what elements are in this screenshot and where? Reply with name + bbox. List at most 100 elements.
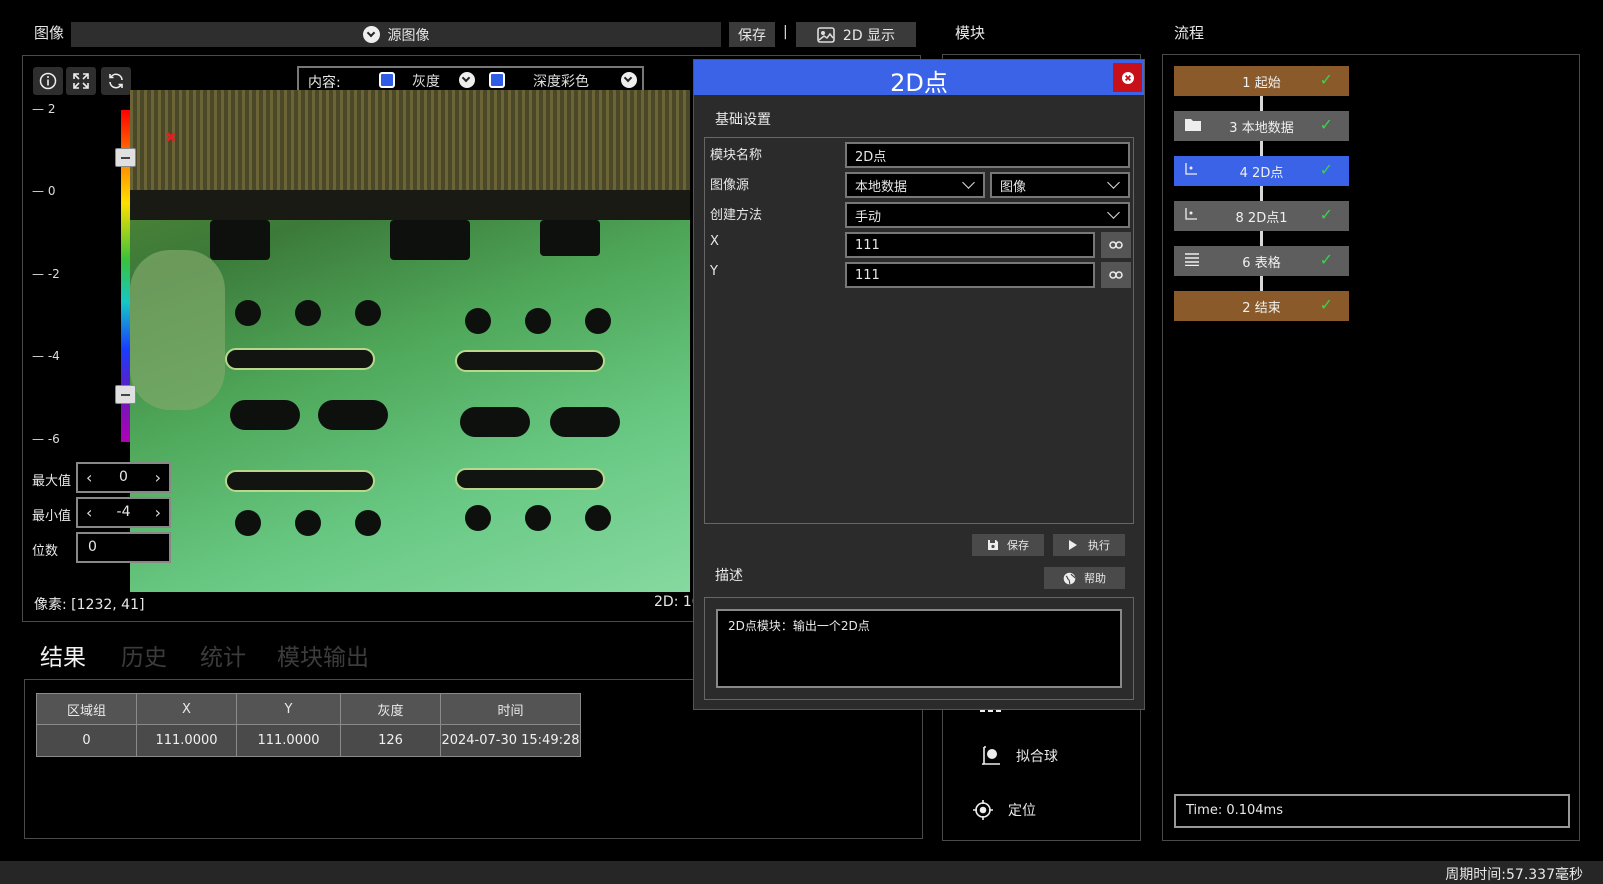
close-button[interactable] — [1113, 63, 1142, 92]
chevron-down-icon — [1107, 176, 1120, 189]
field-label: 图像源 — [710, 178, 750, 193]
status-bar: 周期时间:57.337毫秒 — [0, 861, 1603, 884]
image-panel-title: 图像 — [34, 24, 65, 42]
flow-node-label: 8 2D点1 — [1235, 210, 1288, 226]
modules-title: 模块 — [955, 24, 986, 42]
select-value: 手动 — [855, 209, 882, 225]
display-mode-button[interactable]: 2D 显示 — [796, 22, 916, 47]
image-source-select[interactable]: 本地数据 — [845, 172, 985, 198]
basic-settings-box: 模块名称 2D点 图像源 本地数据 图像 创建方法 手动 X 111 Y 111 — [704, 137, 1134, 524]
button-label: 执行 — [1088, 539, 1110, 552]
check-icon: ✓ — [1319, 295, 1333, 314]
scale-max-handle[interactable] — [115, 148, 136, 167]
tab-module-output[interactable]: 模块输出 — [277, 638, 369, 672]
increment-icon[interactable]: › — [155, 503, 161, 522]
module-item-label: 拟合球 — [1016, 749, 1058, 765]
link-y-button[interactable] — [1101, 262, 1131, 288]
field-label: 创建方法 — [710, 208, 763, 223]
depth-dropdown-icon[interactable] — [621, 72, 637, 88]
refresh-button[interactable] — [101, 67, 131, 95]
flow-node-local-data[interactable]: 3 本地数据 ✓ — [1174, 111, 1349, 141]
tab-results[interactable]: 结果 — [40, 638, 86, 672]
module-name-input[interactable]: 2D点 — [845, 142, 1130, 168]
module-item-locate[interactable]: 定位 — [972, 799, 1036, 821]
flow-node-end[interactable]: 2 结束 ✓ — [1174, 291, 1349, 321]
dialog-titlebar: 2D点 — [694, 60, 1144, 97]
flow-node-start[interactable]: 1 起始 ✓ — [1174, 66, 1349, 96]
table-cell: 2024-07-30 15:49:28 — [440, 724, 581, 757]
description-text: 2D点模块：输出一个2D点 — [716, 609, 1122, 688]
image-save-button[interactable]: 保存 — [729, 22, 775, 47]
column-header[interactable]: Y — [236, 693, 341, 725]
link-x-button[interactable] — [1101, 232, 1131, 258]
check-icon: ✓ — [1319, 250, 1333, 269]
info-icon — [39, 72, 57, 90]
check-icon: ✓ — [1319, 115, 1333, 134]
flow-node-label: 3 本地数据 — [1229, 120, 1294, 136]
results-table: 区域组 X Y 灰度 时间 0 111.0000 111.0000 126 20… — [36, 693, 581, 757]
tab-history[interactable]: 历史 — [121, 638, 167, 672]
chevron-down-icon — [1107, 206, 1120, 219]
dialog-save-button[interactable]: 保存 — [972, 534, 1044, 556]
globe-icon — [1063, 572, 1076, 584]
link-icon — [1109, 271, 1123, 279]
column-header[interactable]: 区域组 — [36, 693, 137, 725]
gray-checkbox[interactable] — [379, 72, 395, 88]
column-header[interactable]: 灰度 — [340, 693, 441, 725]
flow-title: 流程 — [1174, 24, 1205, 42]
chevron-down-icon — [362, 26, 380, 43]
tab-statistics[interactable]: 统计 — [200, 638, 246, 672]
scale-tick: — -4 — [32, 349, 60, 363]
min-value-label: 最小值 — [32, 509, 72, 524]
check-icon: ✓ — [1319, 70, 1333, 89]
flow-node-label: 1 起始 — [1242, 75, 1281, 91]
cycle-time: 周期时间:57.337毫秒 — [1445, 867, 1583, 883]
depth-image[interactable]: ✖ — [130, 90, 690, 592]
max-value-label: 最大值 — [32, 474, 72, 489]
help-button[interactable]: 帮助 — [1044, 567, 1125, 589]
scale-min-handle[interactable] — [115, 385, 136, 404]
dialog-title: 2D点 — [890, 69, 948, 97]
max-value-stepper[interactable]: ‹ 0 › — [76, 462, 171, 493]
flow-node-2d-point-1[interactable]: 8 2D点1 ✓ — [1174, 201, 1349, 231]
scale-tick: — 0 — [32, 184, 56, 198]
flow-node-label: 2 结束 — [1242, 300, 1281, 316]
gray-option-label: 灰度 — [412, 74, 440, 90]
gray-dropdown-icon[interactable] — [459, 72, 475, 88]
increment-icon[interactable]: › — [155, 468, 161, 487]
flow-node-table[interactable]: 6 表格 ✓ — [1174, 246, 1349, 276]
toolbar-separator: | — [783, 24, 788, 40]
field-label: Y — [710, 264, 718, 279]
depth-color-checkbox[interactable] — [489, 72, 505, 88]
x-input[interactable]: 111 — [845, 232, 1095, 258]
module-item-fit-sphere[interactable]: 拟合球 — [980, 745, 1058, 767]
column-header[interactable]: X — [136, 693, 237, 725]
y-input[interactable]: 111 — [845, 262, 1095, 288]
button-label: 保存 — [1007, 539, 1029, 552]
dialog-run-button[interactable]: 执行 — [1053, 534, 1125, 556]
info-button[interactable] — [33, 67, 63, 95]
fit-screen-button[interactable] — [66, 67, 96, 95]
flow-node-label: 6 表格 — [1242, 255, 1281, 271]
link-icon — [1109, 241, 1123, 249]
table-row[interactable]: 0 111.0000 111.0000 126 2024-07-30 15:49… — [36, 724, 581, 757]
create-method-select[interactable]: 手动 — [845, 202, 1130, 228]
check-icon: ✓ — [1319, 205, 1333, 224]
flow-time: Time: 0.104ms — [1174, 794, 1570, 828]
pixel-readout: 像素: [1232, 41] — [34, 597, 145, 613]
source-image-select[interactable]: 源图像 — [71, 22, 721, 47]
flow-node-label: 4 2D点 — [1239, 165, 1284, 181]
table-cell: 111.0000 — [136, 724, 237, 757]
field-label: X — [710, 234, 719, 249]
select-value: 本地数据 — [855, 179, 908, 195]
image-source-sub-select[interactable]: 图像 — [990, 172, 1130, 198]
image-icon — [817, 26, 835, 43]
section-desc-title: 描述 — [715, 568, 743, 584]
min-value-stepper[interactable]: ‹ -4 › — [76, 497, 171, 528]
list-icon — [1185, 253, 1199, 266]
folder-icon — [1185, 119, 1201, 131]
digits-select[interactable]: 0 — [76, 532, 171, 563]
save-icon — [988, 540, 998, 550]
column-header[interactable]: 时间 — [440, 693, 581, 725]
flow-node-2d-point[interactable]: 4 2D点 ✓ — [1174, 156, 1349, 186]
